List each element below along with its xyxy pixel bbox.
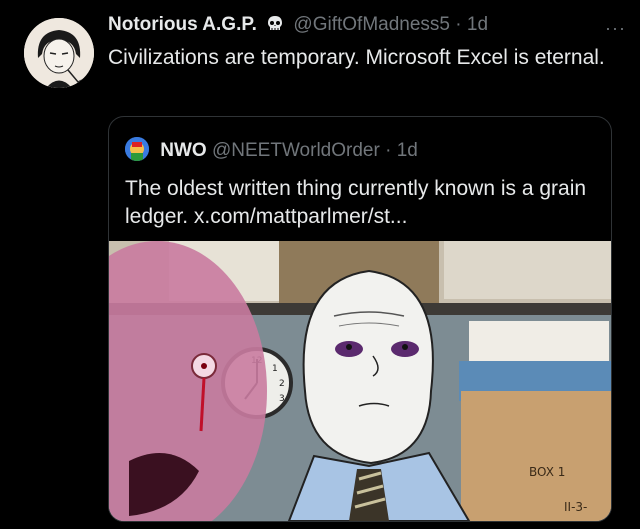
clock-1: 1: [272, 364, 278, 374]
tweet-time[interactable]: 1d: [467, 14, 488, 35]
avatar-drawing-icon: [24, 18, 94, 88]
quoted-avatar-icon[interactable]: [125, 137, 149, 161]
tweet-text: Civilizations are temporary. Microsoft E…: [108, 46, 605, 69]
skull-icon: [266, 15, 284, 33]
author-avatar[interactable]: [24, 18, 94, 88]
box-writing-2: II-3-: [564, 500, 587, 514]
author-handle[interactable]: @GiftOfMadness5: [293, 14, 450, 35]
quoted-time[interactable]: 1d: [397, 140, 418, 161]
dot-separator: ·: [385, 140, 392, 161]
more-options-icon[interactable]: ···: [605, 18, 626, 39]
clock-2: 2: [279, 379, 285, 389]
author-name[interactable]: Notorious A.G.P.: [108, 14, 257, 35]
wojak-office-meme-image[interactable]: BOX 1 II-3- 12 1 2 3: [109, 241, 611, 521]
quoted-author-name[interactable]: NWO: [160, 140, 206, 161]
box-writing-1: BOX 1: [529, 465, 565, 479]
clock-3: 3: [279, 394, 285, 404]
tweet-header: Notorious A.G.P. @GiftOfMadness5 · 1d: [108, 14, 640, 38]
quoted-author-handle[interactable]: @NEETWorldOrder: [212, 140, 380, 161]
meme-image-drawing: BOX 1 II-3- 12 1 2 3: [109, 241, 611, 521]
quoted-header: NWO @NEETWorldOrder · 1d: [125, 137, 418, 162]
quoted-text: The oldest written thing currently known…: [125, 177, 587, 228]
dot-separator: ·: [455, 14, 462, 35]
quoted-tweet[interactable]: NWO @NEETWorldOrder · 1d The oldest writ…: [108, 116, 612, 522]
